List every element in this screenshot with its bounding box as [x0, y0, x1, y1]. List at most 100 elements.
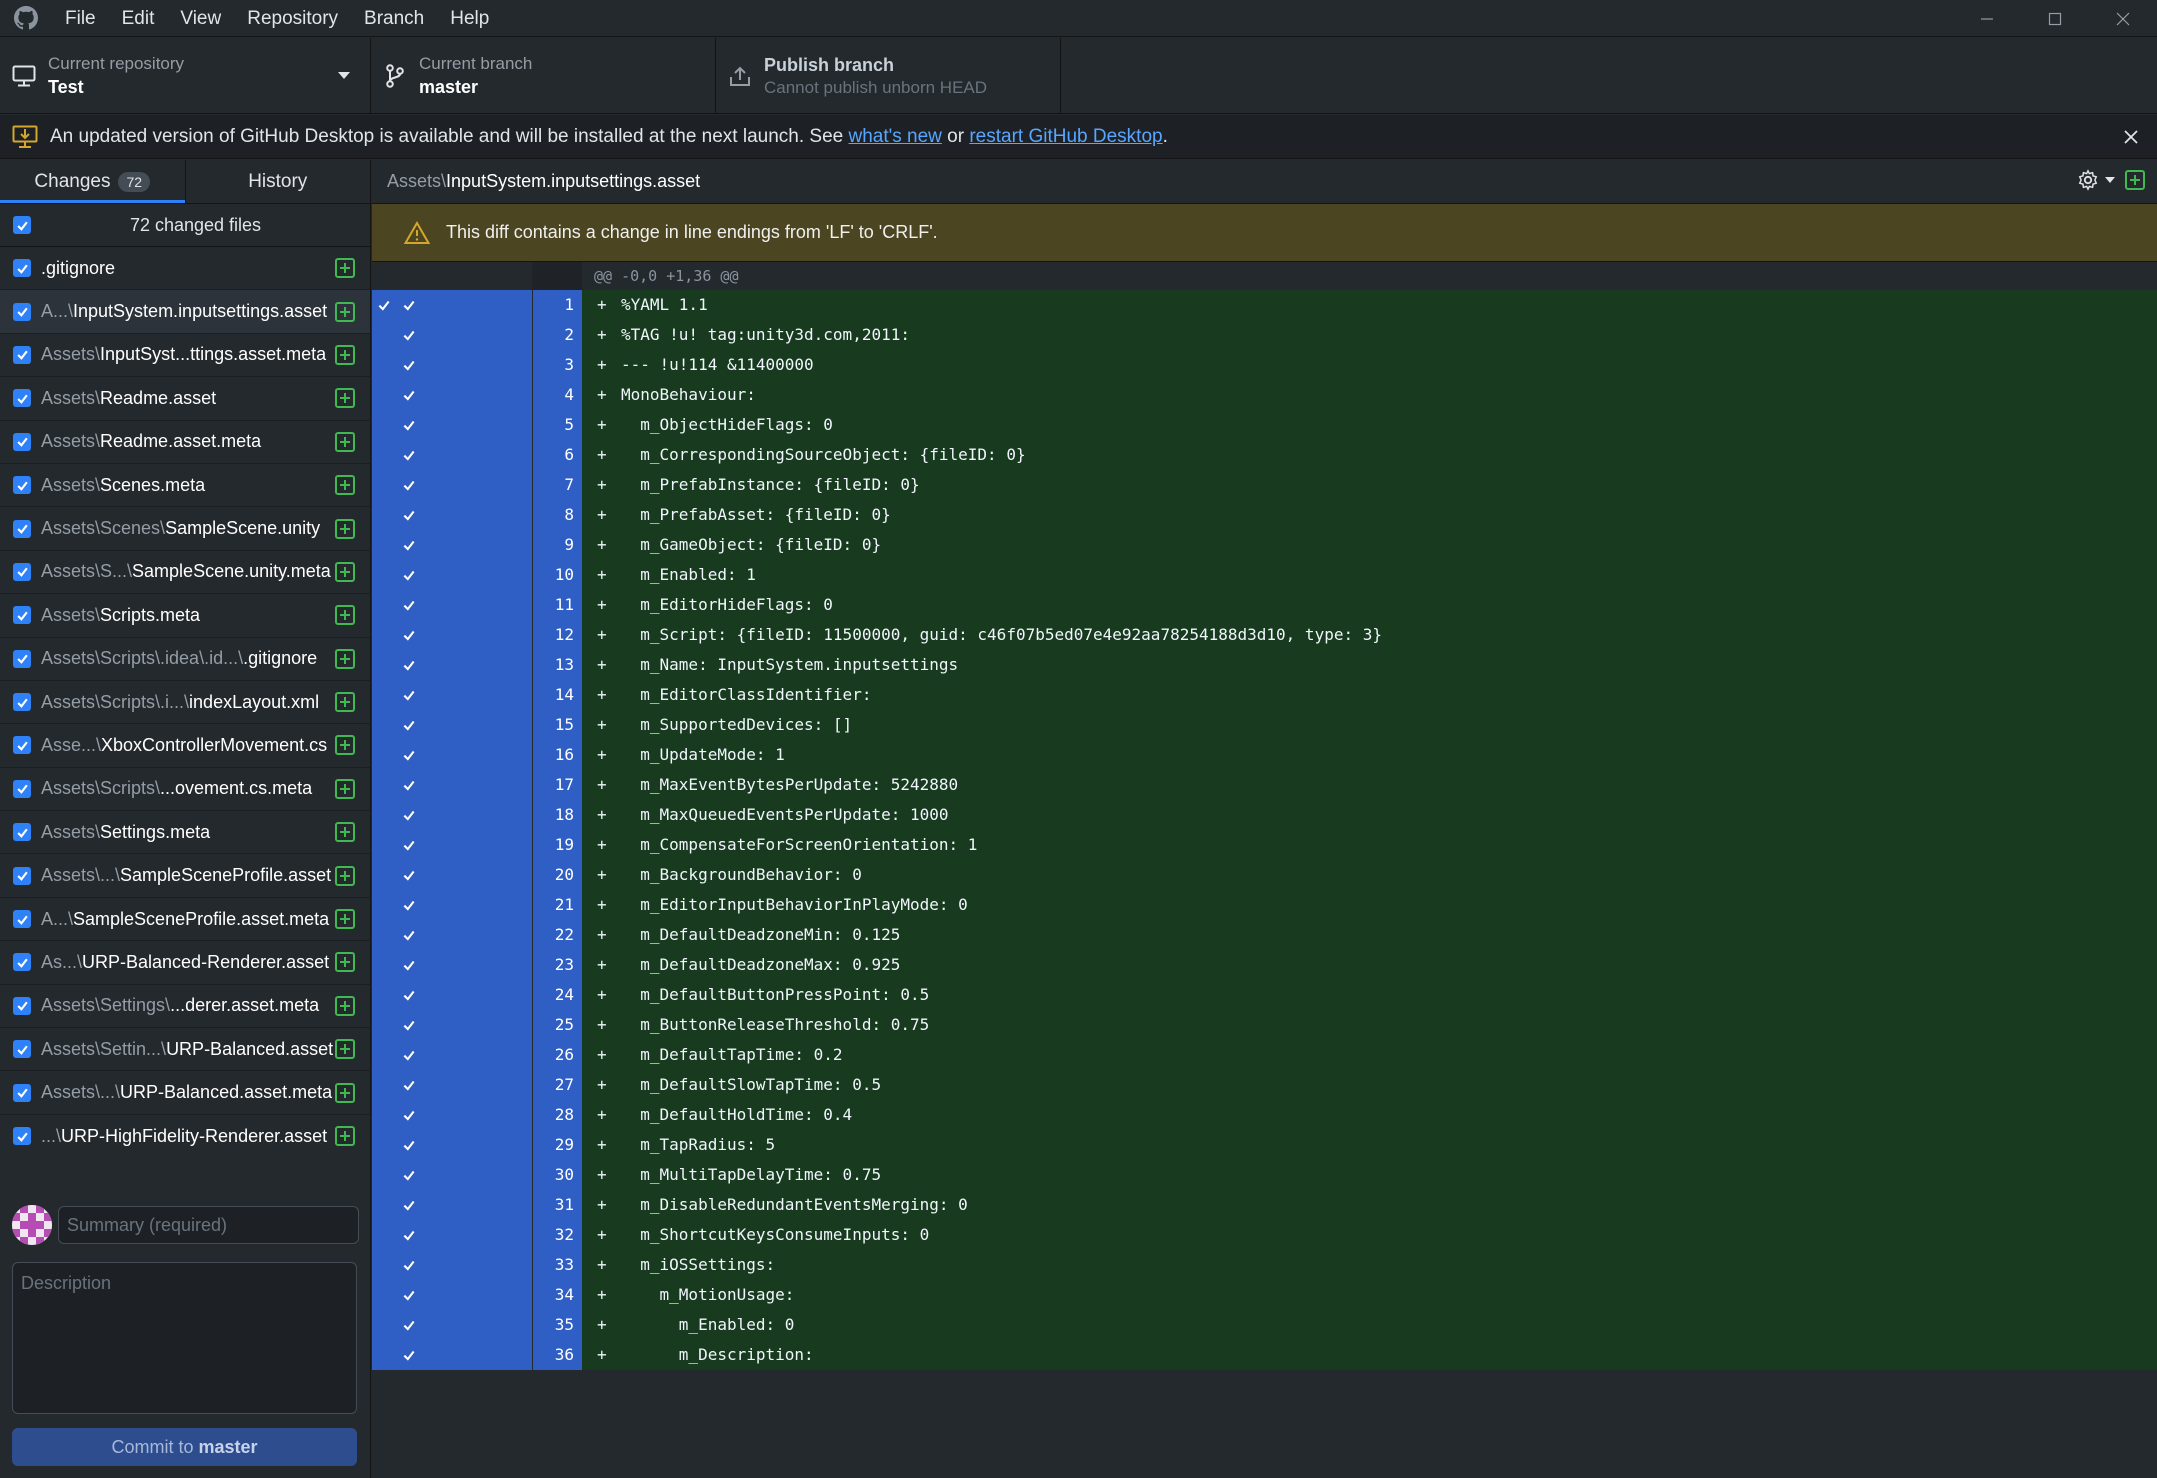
list-item[interactable]: Assets\Scripts\.i...\indexLayout.xml [0, 681, 370, 725]
list-item[interactable]: Assets\Settin...\URP-Balanced.asset [0, 1028, 370, 1072]
file-checkbox[interactable] [13, 432, 31, 451]
tab-history[interactable]: History [184, 160, 371, 203]
line-include-check[interactable] [396, 650, 532, 680]
gear-icon[interactable] [2077, 169, 2115, 191]
file-checkbox[interactable] [13, 736, 31, 755]
line-select-gutter[interactable] [372, 1250, 396, 1280]
line-select-gutter[interactable] [372, 320, 396, 350]
line-select-gutter[interactable] [372, 770, 396, 800]
list-item[interactable]: Assets\...\SampleSceneProfile.asset [0, 854, 370, 898]
file-checkbox[interactable] [13, 302, 31, 321]
line-include-check[interactable] [396, 410, 532, 440]
file-checkbox[interactable] [13, 345, 31, 364]
tab-changes[interactable]: Changes 72 [0, 160, 185, 203]
line-include-check[interactable] [396, 1220, 532, 1250]
close-window-button[interactable] [2089, 0, 2157, 37]
line-include-check[interactable] [396, 470, 532, 500]
diff-line[interactable]: 27 + m_DefaultSlowTapTime: 0.5 [372, 1070, 2157, 1100]
whats-new-link[interactable]: what's new [848, 126, 941, 147]
list-item[interactable]: Assets\Scenes\SampleScene.unity [0, 507, 370, 551]
list-item[interactable]: Assets\...\URP-Balanced.asset.meta [0, 1071, 370, 1115]
diff-line[interactable]: 4 + MonoBehaviour: [372, 380, 2157, 410]
line-select-gutter[interactable] [372, 1070, 396, 1100]
line-include-check[interactable] [396, 770, 532, 800]
diff-line[interactable]: 30 + m_MultiTapDelayTime: 0.75 [372, 1160, 2157, 1190]
diff-line[interactable]: 13 + m_Name: InputSystem.inputsettings [372, 650, 2157, 680]
list-item[interactable]: Assets\Settings\...derer.asset.meta [0, 985, 370, 1029]
list-item[interactable]: .gitignore [0, 247, 370, 291]
line-include-check[interactable] [396, 1190, 532, 1220]
list-item[interactable]: A...\SampleSceneProfile.asset.meta [0, 898, 370, 942]
diff-line[interactable]: 21 + m_EditorInputBehaviorInPlayMode: 0 [372, 890, 2157, 920]
line-select-gutter[interactable] [372, 890, 396, 920]
menu-edit[interactable]: Edit [109, 0, 168, 37]
diff-line[interactable]: 12 + m_Script: {fileID: 11500000, guid: c… [372, 620, 2157, 650]
line-include-check[interactable] [396, 980, 532, 1010]
diff-line[interactable]: 28 + m_DefaultHoldTime: 0.4 [372, 1100, 2157, 1130]
diff-line[interactable]: 6 + m_CorrespondingSourceObject: {fileID:… [372, 440, 2157, 470]
list-item[interactable]: Assets\Settings.meta [0, 811, 370, 855]
file-checkbox[interactable] [13, 519, 31, 538]
line-select-gutter[interactable] [372, 950, 396, 980]
line-select-gutter[interactable] [372, 620, 396, 650]
list-item[interactable]: Assets\Scripts\.idea\.id...\.gitignore [0, 638, 370, 681]
line-include-check[interactable] [396, 350, 532, 380]
diff-line[interactable]: 31 + m_DisableRedundantEventsMerging: 0 [372, 1190, 2157, 1220]
summary-input[interactable] [58, 1206, 359, 1244]
diff-line[interactable]: 7 + m_PrefabInstance: {fileID: 0} [372, 470, 2157, 500]
minimize-button[interactable] [1953, 0, 2021, 37]
line-select-gutter[interactable] [372, 710, 396, 740]
list-item[interactable]: Assets\Readme.asset [0, 377, 370, 421]
file-checkbox[interactable] [13, 996, 31, 1015]
line-select-gutter[interactable] [372, 1190, 396, 1220]
line-select-gutter[interactable] [372, 1040, 396, 1070]
menu-repository[interactable]: Repository [234, 0, 351, 37]
file-checkbox[interactable] [13, 562, 31, 581]
list-item[interactable]: Asse...\XboxControllerMovement.cs [0, 724, 370, 768]
list-item[interactable]: Assets\Scripts\...ovement.cs.meta [0, 768, 370, 812]
line-include-check[interactable] [396, 860, 532, 890]
diff-line[interactable]: 8 + m_PrefabAsset: {fileID: 0} [372, 500, 2157, 530]
line-select-gutter[interactable] [372, 1340, 396, 1370]
file-checkbox[interactable] [13, 953, 31, 972]
line-select-gutter[interactable] [372, 1130, 396, 1160]
diff-line[interactable]: 25 + m_ButtonReleaseThreshold: 0.75 [372, 1010, 2157, 1040]
line-select-gutter[interactable] [372, 980, 396, 1010]
file-checkbox[interactable] [13, 389, 31, 408]
diff-line[interactable]: 19 + m_CompensateForScreenOrientation: 1 [372, 830, 2157, 860]
line-include-check[interactable] [396, 950, 532, 980]
diff-line[interactable]: 10 + m_Enabled: 1 [372, 560, 2157, 590]
line-include-check[interactable] [396, 500, 532, 530]
line-select-gutter[interactable] [372, 920, 396, 950]
line-include-check[interactable] [396, 1160, 532, 1190]
diff-line[interactable]: 17 + m_MaxEventBytesPerUpdate: 5242880 [372, 770, 2157, 800]
diff-line[interactable]: 24 + m_DefaultButtonPressPoint: 0.5 [372, 980, 2157, 1010]
list-item[interactable]: Assets\Scenes.meta [0, 464, 370, 508]
diff-line[interactable]: 1 + %YAML 1.1 [372, 290, 2157, 320]
line-include-check[interactable] [396, 830, 532, 860]
line-include-check[interactable] [396, 920, 532, 950]
list-item[interactable]: Assets\S...\SampleScene.unity.meta [0, 551, 370, 595]
line-select-gutter[interactable] [372, 1310, 396, 1340]
line-include-check[interactable] [396, 800, 532, 830]
line-include-check[interactable] [396, 620, 532, 650]
select-all-checkbox[interactable] [13, 216, 31, 234]
line-include-check[interactable] [396, 1040, 532, 1070]
diff-line[interactable]: 15 + m_SupportedDevices: [] [372, 710, 2157, 740]
diff-line[interactable]: 2 + %TAG !u! tag:unity3d.com,2011: [372, 320, 2157, 350]
line-select-gutter[interactable] [372, 650, 396, 680]
maximize-button[interactable] [2021, 0, 2089, 37]
line-select-gutter[interactable] [372, 1100, 396, 1130]
restart-link[interactable]: restart GitHub Desktop [969, 126, 1162, 147]
diff-line[interactable]: 33 + m_iOSSettings: [372, 1250, 2157, 1280]
line-select-gutter[interactable] [372, 500, 396, 530]
line-select-gutter[interactable] [372, 410, 396, 440]
diff-line[interactable]: 26 + m_DefaultTapTime: 0.2 [372, 1040, 2157, 1070]
commit-button[interactable]: Commit to master [12, 1428, 357, 1466]
line-select-gutter[interactable] [372, 1160, 396, 1190]
line-include-check[interactable] [396, 560, 532, 590]
close-icon[interactable] [2119, 125, 2143, 149]
diff-line[interactable]: 20 + m_BackgroundBehavior: 0 [372, 860, 2157, 890]
publish-branch-button[interactable]: Publish branch Cannot publish unborn HEA… [716, 38, 1061, 114]
line-include-check[interactable] [396, 290, 532, 320]
